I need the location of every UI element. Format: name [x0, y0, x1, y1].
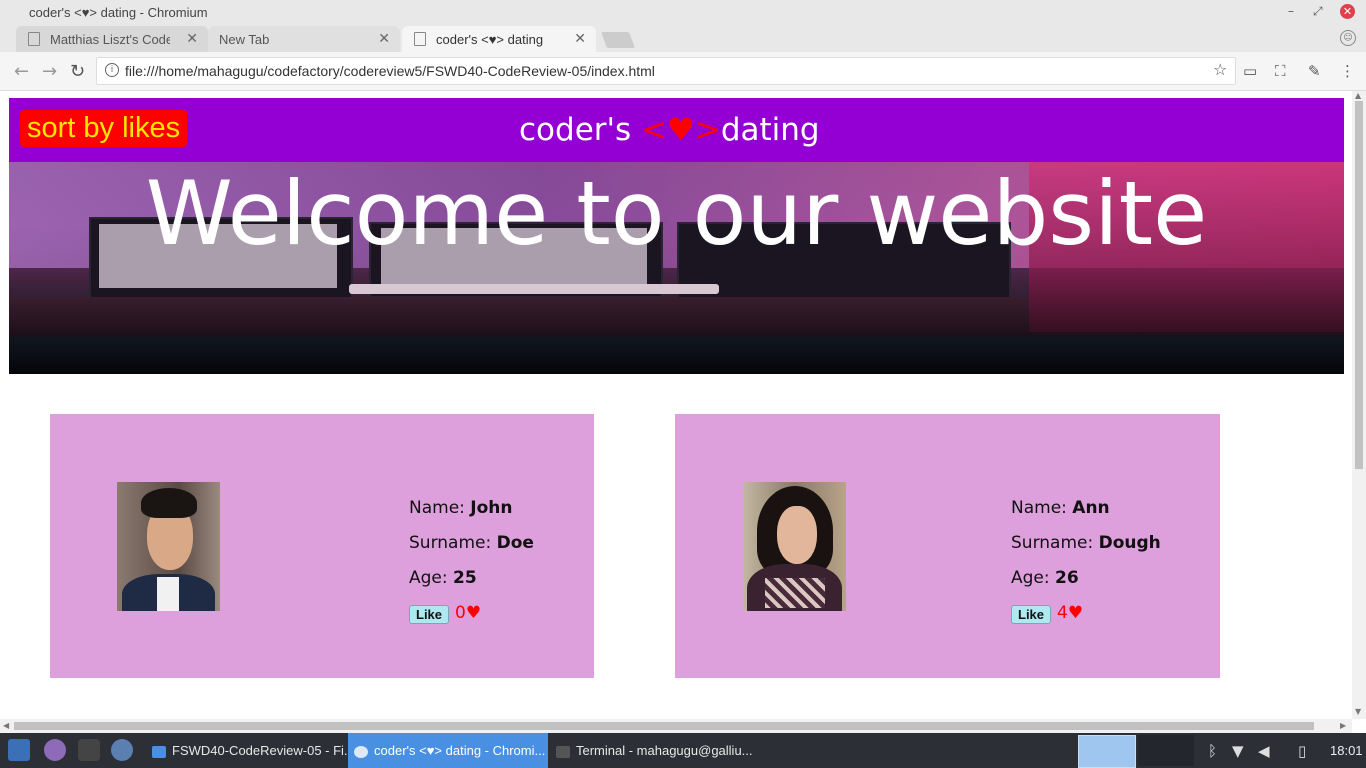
- close-button[interactable]: ✕: [1340, 4, 1355, 19]
- horizontal-scrollbar[interactable]: ◀ ▶: [0, 719, 1352, 733]
- keyboard-image: [349, 284, 719, 294]
- page-icon: [28, 32, 40, 46]
- brand-gt: >: [694, 112, 721, 148]
- fullscreen-icon[interactable]: ⛶: [1275, 62, 1286, 80]
- surname-value: Dough: [1098, 533, 1161, 553]
- workspace-1[interactable]: [1078, 735, 1136, 768]
- tab-close-icon[interactable]: ✕: [378, 30, 390, 47]
- address-bar[interactable]: i file:///home/mahagugu/codefactory/code…: [96, 57, 1236, 85]
- minimize-button[interactable]: –: [1288, 4, 1294, 18]
- name-row: Name: John: [409, 498, 513, 518]
- forward-icon[interactable]: →: [42, 61, 57, 82]
- taskbar-item-files[interactable]: FSWD40-CodeReview-05 - Fi...: [148, 733, 355, 768]
- scroll-up-icon[interactable]: ▲: [1355, 91, 1361, 100]
- age-value: 25: [453, 568, 477, 588]
- like-button[interactable]: Like: [1011, 605, 1052, 624]
- tab-label: Matthias Liszt's Code P: [50, 32, 170, 47]
- menu-icon[interactable]: ⋮: [1340, 62, 1355, 80]
- restore-button[interactable]: ⤢: [1313, 4, 1323, 19]
- hero-title: Welcome to our website: [145, 162, 1208, 265]
- window-titlebar: coder's <♥> dating - Chromium – ⤢ ✕: [0, 0, 1366, 24]
- like-button[interactable]: Like: [409, 605, 450, 624]
- age-row: Age: 26: [1011, 568, 1079, 588]
- app-launcher-icon[interactable]: [44, 739, 66, 761]
- volume-muted-icon[interactable]: ◀: [1258, 742, 1270, 760]
- vertical-scrollbar[interactable]: ▲ ▼: [1352, 91, 1366, 719]
- page-icon: [414, 32, 426, 46]
- color-picker-icon[interactable]: ✎: [1308, 62, 1321, 80]
- bookmark-star-icon[interactable]: ☆: [1213, 60, 1227, 79]
- age-row: Age: 25: [409, 568, 477, 588]
- terminal-launcher-icon[interactable]: [78, 739, 100, 761]
- bluetooth-icon[interactable]: ᛒ: [1208, 742, 1217, 760]
- like-count: 0♥: [455, 603, 482, 623]
- scroll-right-icon[interactable]: ▶: [1340, 721, 1346, 730]
- wifi-icon[interactable]: ▼: [1232, 742, 1244, 760]
- scroll-down-icon[interactable]: ▼: [1355, 707, 1361, 716]
- name-row: Name: Ann: [1011, 498, 1110, 518]
- reload-icon[interactable]: ↻: [70, 61, 85, 82]
- profile-card: Name: John Surname: Doe Age: 25 Like 0♥: [50, 414, 594, 678]
- url-text[interactable]: file:///home/mahagugu/codefactory/codere…: [125, 63, 655, 79]
- brand-prefix: coder's: [519, 112, 642, 148]
- new-tab-button[interactable]: [601, 32, 635, 48]
- like-count: 4♥: [1057, 603, 1084, 623]
- tab-label: New Tab: [219, 32, 270, 47]
- clipboard-icon[interactable]: ▯: [1298, 742, 1306, 760]
- info-icon[interactable]: i: [105, 63, 119, 77]
- window-title: coder's <♥> dating - Chromium: [29, 5, 208, 20]
- profile-photo: [117, 482, 220, 611]
- page-viewport: sort by likes coder's <♥>dating Welcome …: [0, 91, 1352, 719]
- tab-coders-dating[interactable]: coder's <♥> dating ✕: [402, 26, 596, 52]
- sort-by-likes-button[interactable]: sort by likes: [20, 110, 188, 147]
- tab-matthias[interactable]: Matthias Liszt's Code P ✕: [16, 26, 208, 52]
- vertical-scroll-thumb[interactable]: [1355, 101, 1363, 469]
- start-menu-icon[interactable]: [8, 739, 30, 761]
- tab-label: coder's <♥> dating: [436, 32, 544, 47]
- surname-row: Surname: Dough: [1011, 533, 1161, 553]
- brand-lt: <: [641, 112, 668, 148]
- site-header: sort by likes coder's <♥>dating: [9, 98, 1344, 162]
- age-value: 26: [1055, 568, 1079, 588]
- taskbar-item-terminal[interactable]: Terminal - mahagugu@galliu...: [552, 733, 753, 768]
- horizontal-scroll-thumb[interactable]: [14, 722, 1314, 730]
- surname-value: Doe: [496, 533, 534, 553]
- scroll-left-icon[interactable]: ◀: [3, 721, 9, 730]
- site-brand: coder's <♥>dating: [519, 112, 820, 148]
- heart-icon: ♥: [667, 112, 695, 148]
- tab-close-icon[interactable]: ✕: [574, 30, 586, 47]
- tab-new[interactable]: New Tab ✕: [208, 26, 400, 52]
- cast-icon[interactable]: ▭: [1243, 62, 1257, 80]
- surname-row: Surname: Doe: [409, 533, 534, 553]
- profile-icon[interactable]: ☺: [1340, 30, 1356, 46]
- hero-banner: Welcome to our website: [9, 162, 1344, 374]
- profile-photo: [743, 482, 846, 611]
- name-value: Ann: [1072, 498, 1110, 518]
- tab-strip: Matthias Liszt's Code P ✕ New Tab ✕ code…: [0, 24, 1366, 52]
- brand-suffix: dating: [720, 112, 820, 148]
- workspace-2[interactable]: [1138, 735, 1194, 766]
- os-taskbar: FSWD40-CodeReview-05 - Fi... coder's <♥>…: [0, 733, 1366, 768]
- profile-card: Name: Ann Surname: Dough Age: 26 Like 4♥: [675, 414, 1220, 678]
- back-icon[interactable]: ←: [14, 61, 29, 82]
- taskbar-item-chromium[interactable]: coder's <♥> dating - Chromi...: [348, 733, 548, 768]
- browser-toolbar: ← → ↻ i file:///home/mahagugu/codefactor…: [0, 52, 1366, 91]
- tab-close-icon[interactable]: ✕: [186, 30, 198, 47]
- clock[interactable]: 18:01: [1330, 743, 1363, 758]
- browser-launcher-icon[interactable]: [111, 739, 133, 761]
- name-value: John: [470, 498, 513, 518]
